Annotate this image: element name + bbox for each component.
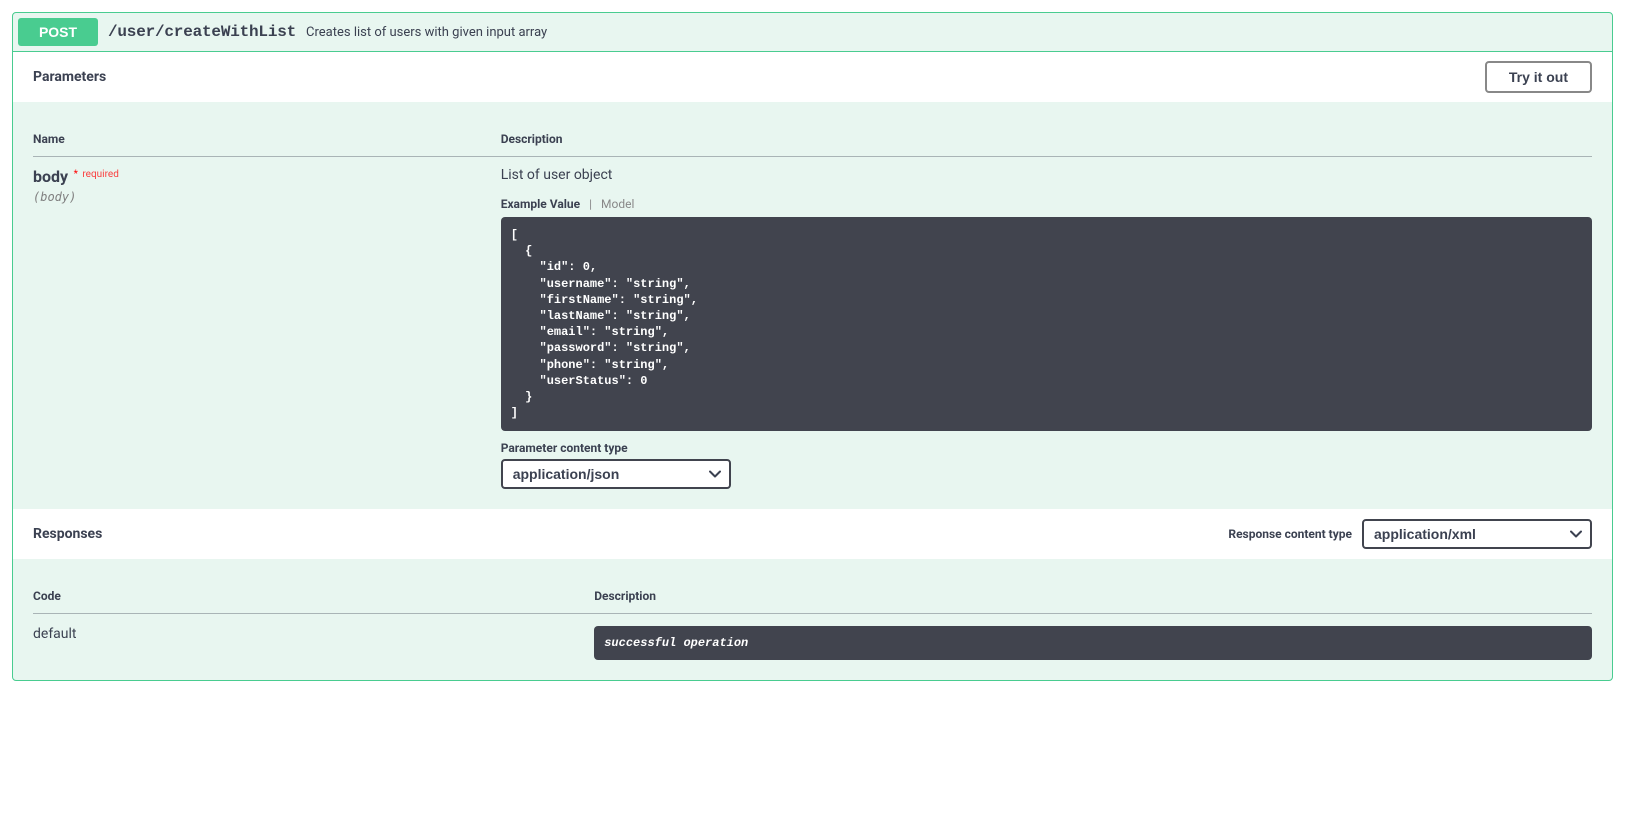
responses-body: Code Description default successful oper… (13, 559, 1612, 680)
response-content-type-select-wrap: application/xml (1362, 519, 1592, 549)
responses-header-bar: Responses Response content type applicat… (13, 509, 1612, 559)
operation-block: POST /user/createWithList Creates list o… (12, 12, 1613, 681)
column-header-description: Description (501, 122, 1592, 157)
responses-table: Code Description default successful oper… (33, 579, 1592, 660)
response-code: default (33, 614, 594, 661)
parameter-content-type-label: Parameter content type (501, 441, 1592, 455)
parameter-content-type-select[interactable]: application/json (501, 459, 731, 489)
responses-title: Responses (33, 526, 102, 542)
method-badge: POST (18, 18, 98, 46)
tab-model[interactable]: Model (601, 197, 634, 211)
parameter-in: (body) (33, 190, 501, 204)
tab-separator: | (583, 197, 598, 211)
parameters-title: Parameters (33, 69, 106, 85)
response-row: default successful operation (33, 614, 1592, 661)
response-content-type-label: Response content type (1228, 527, 1352, 541)
operation-summary: Creates list of users with given input a… (306, 25, 1607, 40)
parameter-name: body (33, 167, 68, 186)
parameters-table: Name Description body * required (body) (33, 122, 1592, 489)
response-content-type-select[interactable]: application/xml (1362, 519, 1592, 549)
parameters-body: Name Description body * required (body) (13, 102, 1612, 509)
required-label: required (81, 169, 118, 180)
parameters-header-bar: Parameters Try it out (13, 52, 1612, 102)
column-header-code: Code (33, 579, 594, 614)
required-asterisk: * (72, 169, 78, 180)
response-description: successful operation (594, 626, 1592, 660)
example-value-code[interactable]: [ { "id": 0, "username": "string", "firs… (501, 217, 1592, 431)
parameter-description: List of user object (501, 167, 1592, 183)
column-header-resp-description: Description (594, 579, 1592, 614)
example-model-tabs: Example Value | Model (501, 197, 1592, 211)
parameter-content-type-select-wrap: application/json (501, 459, 731, 489)
operation-path: /user/createWithList (98, 23, 306, 41)
try-it-out-button[interactable]: Try it out (1485, 61, 1592, 93)
parameter-row: body * required (body) List of user obje… (33, 157, 1592, 490)
column-header-name: Name (33, 122, 501, 157)
operation-summary-row[interactable]: POST /user/createWithList Creates list o… (13, 13, 1612, 52)
tab-example-value[interactable]: Example Value (501, 197, 580, 211)
